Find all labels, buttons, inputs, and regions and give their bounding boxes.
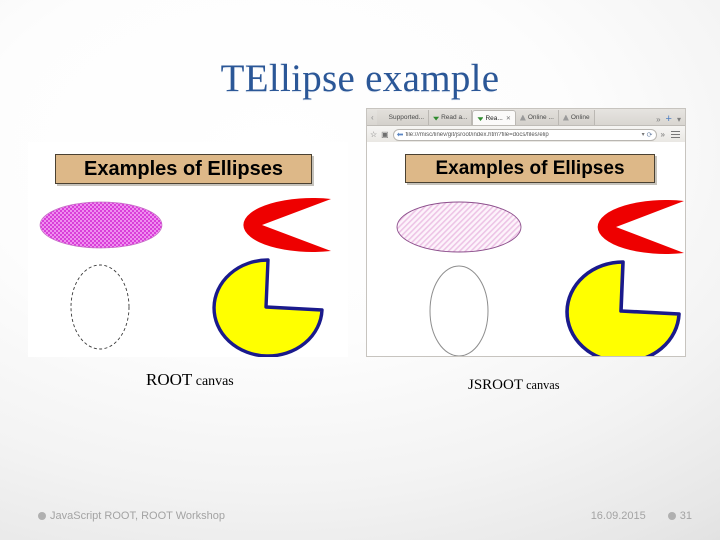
url-text: file:///misc/linev/git/jsroot/index.htm?… <box>405 131 549 138</box>
yellow-pie-ellipse <box>212 258 324 357</box>
tab-label: Online <box>570 114 590 121</box>
jsroot-canvas-title-box: Examples of Ellipses <box>405 154 655 183</box>
footer-right: 16.09.2015 31 <box>591 510 692 522</box>
close-icon[interactable]: ✕ <box>506 115 511 122</box>
jsroot-canvas: Examples of Ellipses <box>366 142 686 357</box>
green-arrow-icon <box>433 116 440 121</box>
browser-tab-strip: ‹ Supported... Read a... Rea... ✕ Online… <box>367 109 685 126</box>
browser-chrome: ‹ Supported... Read a... Rea... ✕ Online… <box>366 108 686 143</box>
tab-overflow-button[interactable]: » <box>656 115 660 124</box>
yellow-pie-ellipse <box>565 260 681 356</box>
bullet-icon <box>667 512 676 520</box>
camera-icon[interactable]: ▣ <box>381 130 389 140</box>
browser-tab-3[interactable]: Online ... <box>515 110 559 125</box>
red-pacman-ellipse <box>597 200 684 254</box>
browser-tab-4[interactable]: Online <box>558 110 595 125</box>
footer-text: JavaScript ROOT, ROOT Workshop <box>50 510 226 522</box>
jsroot-caption-suffix: canvas <box>523 378 560 392</box>
tab-label: Supported... <box>388 114 425 121</box>
slide: TEllipse example ‹ Supported... Read a..… <box>0 0 720 540</box>
browser-tab-0[interactable]: Supported... <box>376 110 430 125</box>
root-caption-suffix: canvas <box>192 374 234 389</box>
outline-ellipse <box>429 265 489 356</box>
jsroot-canvas-shapes <box>396 200 684 356</box>
root-canvas-title: Examples of Ellipses <box>84 157 283 180</box>
back-arrow-icon[interactable]: ⬅ <box>397 130 404 139</box>
magenta-hatched-ellipse <box>39 201 163 249</box>
reload-icon[interactable]: ⟳ <box>647 131 653 139</box>
jsroot-canvas-caption: JSROOT canvas <box>468 377 560 394</box>
tab-label: Read a... <box>441 114 468 121</box>
footer-left: JavaScript ROOT, ROOT Workshop <box>38 510 225 522</box>
browser-tab-1[interactable]: Read a... <box>429 110 473 125</box>
tab-list-button[interactable]: ▾ <box>677 115 681 124</box>
root-canvas: Examples of Ellipses <box>28 142 348 357</box>
new-tab-button[interactable]: + <box>666 114 672 125</box>
root-caption-main: ROOT <box>146 370 193 389</box>
root-canvas-shapes <box>39 198 331 357</box>
tab-label: Rea... <box>485 114 503 122</box>
toolbar-overflow-button[interactable]: » <box>661 130 665 140</box>
footer-date: 16.09.2015 <box>590 510 646 522</box>
footer-slide-number-group: 31 <box>667 510 692 522</box>
green-arrow-icon <box>381 115 387 121</box>
red-pacman-ellipse <box>243 198 331 252</box>
chevron-down-icon[interactable]: ▾ <box>642 131 645 138</box>
page-title: TEllipse example <box>220 57 500 100</box>
warning-icon <box>519 114 526 121</box>
jsroot-canvas-title: Examples of Ellipses <box>435 157 625 179</box>
star-icon[interactable]: ☆ <box>370 130 377 140</box>
dashed-outline-ellipse <box>70 264 130 350</box>
warning-icon <box>562 114 569 121</box>
pink-hatched-ellipse <box>396 201 522 253</box>
chevron-left-icon[interactable]: ‹ <box>369 112 377 125</box>
tab-strip-controls: » + ▾ <box>653 114 685 125</box>
jsroot-caption-main: JSROOT <box>468 377 524 393</box>
bullet-icon <box>38 512 46 520</box>
root-canvas-caption: ROOT canvas <box>146 370 234 390</box>
slide-number: 31 <box>679 510 692 522</box>
hamburger-menu-icon[interactable] <box>669 130 682 139</box>
root-canvas-title-box: Examples of Ellipses <box>55 154 312 184</box>
green-arrow-icon <box>477 117 484 121</box>
browser-toolbar: ☆ ▣ ⬅ file:///misc/linev/git/jsroot/inde… <box>367 126 685 143</box>
browser-tab-2[interactable]: Rea... ✕ <box>472 110 516 125</box>
tab-label: Online ... <box>527 114 554 121</box>
url-field[interactable]: ⬅ file:///misc/linev/git/jsroot/index.ht… <box>392 128 657 141</box>
